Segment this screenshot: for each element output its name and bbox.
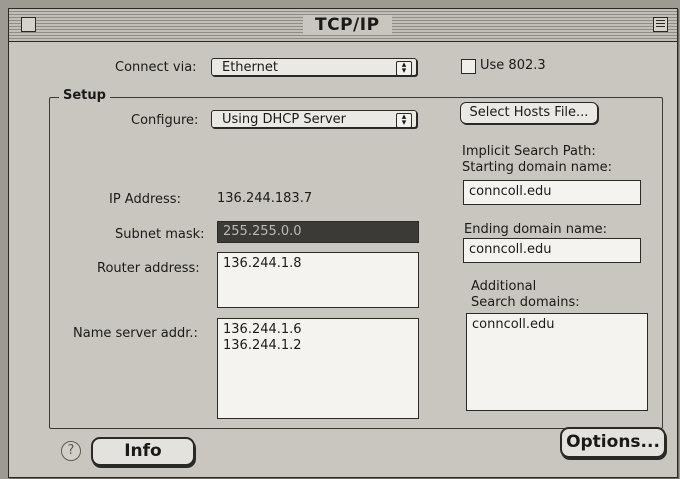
window-title: TCP/IP bbox=[303, 15, 392, 35]
ending-domain-label: Ending domain name: bbox=[464, 222, 608, 237]
router-address-label: Router address: bbox=[97, 261, 200, 276]
starting-domain-label: Starting domain name: bbox=[462, 160, 613, 175]
up-down-arrow-icon: ▴ ▾ bbox=[396, 61, 412, 76]
search-domains-label: Search domains: bbox=[471, 295, 580, 310]
configure-popup[interactable]: Using DHCP Server ▴ ▾ bbox=[211, 110, 417, 128]
ip-address-label: IP Address: bbox=[109, 192, 181, 207]
info-button[interactable]: Info bbox=[91, 437, 195, 466]
tcpip-window: TCP/IP Connect via: Ethernet ▴ ▾ Use 802.… bbox=[8, 8, 678, 478]
configure-label: Configure: bbox=[131, 113, 199, 128]
use-8023-checkbox[interactable] bbox=[461, 59, 476, 74]
ending-domain-field[interactable]: conncoll.edu bbox=[463, 238, 641, 263]
additional-label: Additional bbox=[471, 279, 537, 294]
connect-via-value: Ethernet bbox=[222, 60, 278, 75]
connect-via-label: Connect via: bbox=[115, 60, 197, 75]
starting-domain-field[interactable]: conncoll.edu bbox=[463, 180, 641, 205]
search-domains-field[interactable]: conncoll.edu bbox=[466, 313, 648, 411]
use-8023-label: Use 802.3 bbox=[480, 58, 546, 73]
setup-group-title: Setup bbox=[59, 88, 110, 104]
subnet-mask-label: Subnet mask: bbox=[115, 227, 205, 242]
configure-value: Using DHCP Server bbox=[222, 112, 346, 127]
ip-address-value: 136.244.183.7 bbox=[217, 191, 313, 206]
title-bar[interactable]: TCP/IP bbox=[9, 9, 677, 42]
subnet-mask-field[interactable]: 255.255.0.0 bbox=[217, 221, 419, 243]
up-down-arrow-icon: ▴ ▾ bbox=[396, 113, 412, 128]
router-address-field[interactable]: 136.244.1.8 bbox=[217, 252, 419, 308]
name-server-label: Name server addr.: bbox=[73, 326, 198, 341]
name-server-field[interactable]: 136.244.1.6 136.244.1.2 bbox=[217, 318, 419, 419]
select-hosts-file-button[interactable]: Select Hosts File... bbox=[460, 102, 598, 124]
connect-via-popup[interactable]: Ethernet ▴ ▾ bbox=[211, 58, 417, 76]
zoom-box-icon[interactable] bbox=[653, 17, 668, 32]
options-button[interactable]: Options... bbox=[560, 427, 666, 458]
implicit-search-path-label: Implicit Search Path: bbox=[462, 144, 596, 159]
close-box-icon[interactable] bbox=[21, 17, 36, 32]
help-icon[interactable]: ? bbox=[61, 441, 81, 461]
